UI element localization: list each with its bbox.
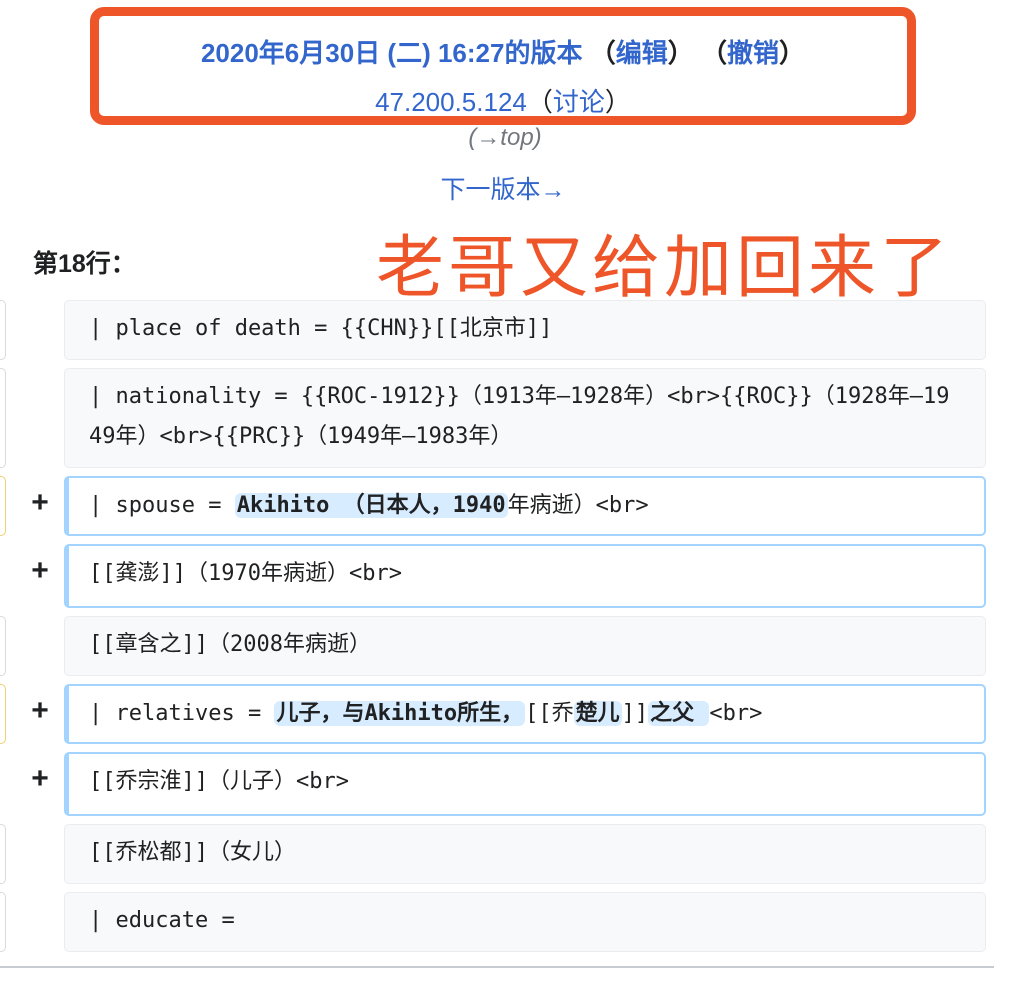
revision-timestamp-link[interactable]: 2020年6月30日 (二) 16:27的版本	[201, 38, 582, 68]
diff-added-marker: +	[31, 554, 49, 587]
diff-context-line: [[章含之]]（2008年病逝）	[64, 616, 986, 676]
left-column-stub	[0, 616, 6, 676]
diff-context-line: | educate =	[64, 892, 986, 952]
talk-link[interactable]: 讨论	[553, 87, 605, 117]
user-ip-link[interactable]: 47.200.5.124	[375, 87, 527, 117]
to-top-link-line: (→top)	[0, 124, 1010, 152]
left-column-stub	[0, 300, 6, 360]
diff-added-line: [[乔宗淮]]（儿子）<br>	[64, 752, 986, 816]
inline-added-highlight: 儿子，与Akihito所生，	[274, 701, 526, 726]
divider	[0, 966, 994, 968]
diff-added-line: | spouse = Akihito （日本人，1940年病逝）<br>	[64, 476, 986, 536]
diff-added-marker: +	[31, 762, 49, 795]
left-column-stub	[0, 892, 6, 952]
revision-title-line: 2020年6月30日 (二) 16:27的版本 （编辑） （撤销）	[200, 38, 806, 68]
diff-added-line: | relatives = 儿子，与Akihito所生，[[乔楚儿]]之父 <b…	[64, 684, 986, 744]
diff-context-line: [[乔松都]]（女儿）	[64, 824, 986, 884]
annotation-text: 老哥又给加回来了	[376, 229, 953, 308]
revision-user-line: 47.200.5.124（讨论）	[375, 87, 631, 117]
diff-context-line: | nationality = {{ROC-1912}}（1913年—1928年…	[64, 368, 986, 468]
left-column-stub-changed	[0, 476, 6, 536]
diff-line-number: 第18行：	[33, 250, 136, 278]
revision-header-highlight-box: 2020年6月30日 (二) 16:27的版本 （编辑） （撤销） 47.200…	[90, 7, 916, 125]
to-top-link[interactable]: (→top)	[468, 124, 541, 151]
diff-added-marker: +	[31, 486, 49, 519]
edit-link[interactable]: 编辑	[616, 38, 668, 68]
left-column-stub-changed	[0, 684, 6, 744]
left-column-stub	[0, 824, 6, 884]
diff-added-line: [[龚澎]]（1970年病逝）<br>	[64, 544, 986, 608]
diff-added-marker: +	[31, 694, 49, 727]
inline-added-highlight: Akihito （日本人，1940	[234, 493, 508, 518]
diff-context-line: | place of death = {{CHN}}[[北京市]]	[64, 300, 986, 360]
left-column-stub	[0, 368, 6, 468]
undo-link[interactable]: 撤销	[727, 38, 779, 68]
next-version-link[interactable]: 下一版本→	[0, 170, 1006, 206]
inline-added-highlight: 之父	[648, 701, 710, 726]
inline-added-highlight: 楚儿	[573, 701, 622, 726]
